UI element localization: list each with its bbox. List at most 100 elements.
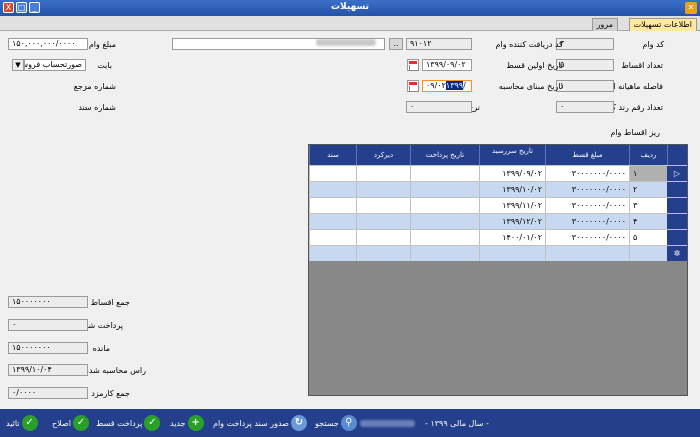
- cell-due-date[interactable]: ۱۳۹۹/۰۹/۰۲: [479, 166, 545, 181]
- cell-amount[interactable]: ۳۰۰۰۰۰۰۰/۰۰۰۰: [545, 182, 629, 197]
- table-row[interactable]: ۱۳۹۹/۱۱/۰۲ ۳۰۰۰۰۰۰۰/۰۰۰۰ ۳: [309, 197, 687, 213]
- new-row-icon: ✲: [667, 246, 687, 261]
- row-indicator-header: [667, 145, 687, 165]
- tab-strip: اطلاعات تسهیلات مرور: [0, 16, 700, 31]
- cell-late[interactable]: [356, 230, 410, 245]
- confirm-button[interactable]: ✓ تائید: [6, 413, 38, 433]
- receiver-name-field[interactable]: [172, 38, 385, 50]
- cell-doc[interactable]: [309, 214, 356, 229]
- row-indicator: [667, 230, 687, 245]
- loan-code-label: کد وام: [642, 40, 664, 49]
- table-row[interactable]: ۱۳۹۹/۱۲/۰۲ ۳۰۰۰۰۰۰۰/۰۰۰۰ ۴: [309, 213, 687, 229]
- cell-row[interactable]: ۳: [629, 198, 667, 213]
- cell-amount[interactable]: ۳۰۰۰۰۰۰۰/۰۰۰۰: [545, 230, 629, 245]
- cell-amount[interactable]: ۳۰۰۰۰۰۰۰/۰۰۰۰: [545, 166, 629, 181]
- due-label: راس محاسبه شده: [84, 366, 146, 375]
- receiver-code-field[interactable]: ۹۱۰۱۲: [406, 38, 472, 50]
- fee-field: ۰/۰۰۰۰: [8, 387, 88, 399]
- search-button[interactable]: ⚲ جستجو: [315, 413, 357, 433]
- plus-icon: +: [187, 415, 204, 431]
- interval-field[interactable]: ۱: [556, 80, 614, 92]
- cell-late[interactable]: [356, 214, 410, 229]
- sum-label: جمع اقساط: [90, 298, 130, 307]
- pay-inst-button[interactable]: ✓ پرداخت قسط: [96, 413, 161, 433]
- section-select[interactable]: صورتحساب فروش: [24, 59, 86, 71]
- new-button[interactable]: + جدید: [170, 413, 204, 433]
- browse-button[interactable]: ..: [389, 38, 403, 50]
- col-amount[interactable]: مبلغ قسط: [545, 145, 629, 165]
- cell-pay-date[interactable]: [410, 246, 479, 261]
- title-bar: X □ _ تسهیلات ✕: [0, 0, 700, 16]
- row-indicator: [667, 214, 687, 229]
- cell-doc[interactable]: [309, 230, 356, 245]
- fiscal-year: - سال مالی ۱۳۹۹ -: [425, 418, 489, 428]
- section-label: بابت: [97, 61, 112, 70]
- cell-late[interactable]: [356, 166, 410, 181]
- cell-due-date[interactable]: ۱۴۰۰/۰۱/۰۲: [479, 230, 545, 245]
- window-title: تسهیلات: [330, 2, 370, 12]
- cell-row[interactable]: [629, 246, 667, 261]
- cell-row[interactable]: ۲: [629, 182, 667, 197]
- inst-count-field[interactable]: ۵: [556, 59, 614, 71]
- loan-amount-field[interactable]: ۱۵۰,۰۰۰,۰۰۰/۰۰۰۰: [8, 38, 88, 50]
- due-field: ۱۳۹۹/۱۰/۰۴: [8, 364, 88, 376]
- sum-field: ۱۵۰۰۰۰۰۰۰: [8, 296, 88, 308]
- dropdown-arrow-icon[interactable]: ▼: [12, 59, 24, 71]
- grid-title: ریز اقساط وام: [610, 128, 660, 137]
- cell-late[interactable]: [356, 198, 410, 213]
- cell-late[interactable]: [356, 246, 410, 261]
- receiver-code-label: کد دریافت کننده وام: [495, 40, 563, 49]
- cell-amount[interactable]: [545, 246, 629, 261]
- profit-field[interactable]: ۰: [406, 101, 472, 113]
- cell-row[interactable]: ۴: [629, 214, 667, 229]
- cell-pay-date[interactable]: [410, 230, 479, 245]
- cell-doc[interactable]: [309, 246, 356, 261]
- col-doc[interactable]: سند: [309, 145, 356, 165]
- base-date-label: تاریخ مبنای محاسبه: [498, 82, 563, 91]
- col-pay-date[interactable]: تاریخ پرداخت: [410, 145, 479, 165]
- cell-amount[interactable]: ۳۰۰۰۰۰۰۰/۰۰۰۰: [545, 198, 629, 213]
- tab-loan-info[interactable]: اطلاعات تسهیلات: [628, 18, 697, 31]
- remain-field: ۱۵۰۰۰۰۰۰۰: [8, 342, 88, 354]
- paid-field: ۰: [8, 319, 88, 331]
- round-field[interactable]: ۰: [556, 101, 614, 113]
- loan-amount-label: مبلغ وام: [88, 40, 116, 49]
- col-due-date[interactable]: تاریخ سررسید: [479, 145, 545, 165]
- cell-amount[interactable]: ۳۰۰۰۰۰۰۰/۰۰۰۰: [545, 214, 629, 229]
- issue-doc-button[interactable]: ↻ صدور سند پرداخت وام: [213, 413, 307, 433]
- table-row[interactable]: ✲: [309, 245, 687, 261]
- cell-pay-date[interactable]: [410, 166, 479, 181]
- col-row[interactable]: ردیف: [629, 145, 667, 165]
- cell-doc[interactable]: [309, 166, 356, 181]
- table-row[interactable]: ۱۳۹۹/۰۹/۰۲ ۳۰۰۰۰۰۰۰/۰۰۰۰ ۱ ▷: [309, 165, 687, 181]
- inst-count-label: تعداد اقساط: [621, 61, 663, 70]
- first-date-label: تاریخ اولین قسط: [506, 61, 563, 70]
- cell-due-date[interactable]: ۱۳۹۹/۱۱/۰۲: [479, 198, 545, 213]
- cell-due-date[interactable]: ۱۳۹۹/۱۰/۰۲: [479, 182, 545, 197]
- cell-pay-date[interactable]: [410, 198, 479, 213]
- cell-late[interactable]: [356, 182, 410, 197]
- cell-row[interactable]: ۵: [629, 230, 667, 245]
- table-row[interactable]: ۱۳۹۹/۱۰/۰۲ ۳۰۰۰۰۰۰۰/۰۰۰۰ ۲: [309, 181, 687, 197]
- loan-code-field[interactable]: ۲: [556, 38, 614, 50]
- cell-pay-date[interactable]: [410, 182, 479, 197]
- fee-label: جمع کارمزد: [91, 389, 130, 398]
- base-date-selected: ۱۳۹۹: [445, 81, 464, 90]
- table-row[interactable]: ۱۴۰۰/۰۱/۰۲ ۳۰۰۰۰۰۰۰/۰۰۰۰ ۵: [309, 229, 687, 245]
- cell-due-date[interactable]: [479, 246, 545, 261]
- col-late[interactable]: دیرکرد: [356, 145, 410, 165]
- installments-grid[interactable]: ردیف مبلغ قسط تاریخ سررسید تاریخ پرداخت …: [308, 144, 688, 396]
- calendar-icon[interactable]: [407, 80, 419, 92]
- cell-pay-date[interactable]: [410, 214, 479, 229]
- base-date-field[interactable]: /۰۹/۰۲۱۳۹۹: [422, 80, 472, 92]
- calendar-icon[interactable]: [407, 59, 419, 71]
- tab-browse[interactable]: مرور: [591, 18, 618, 31]
- fix-button[interactable]: ✓ اصلاح: [52, 413, 89, 433]
- cell-doc[interactable]: [309, 198, 356, 213]
- cell-row[interactable]: ۱: [629, 166, 667, 181]
- current-row-arrow-icon: ▷: [667, 166, 687, 181]
- cell-doc[interactable]: [309, 182, 356, 197]
- first-date-field[interactable]: ۱۳۹۹/۰۹/۰۲: [422, 59, 472, 71]
- user-info: [360, 413, 415, 433]
- cell-due-date[interactable]: ۱۳۹۹/۱۲/۰۲: [479, 214, 545, 229]
